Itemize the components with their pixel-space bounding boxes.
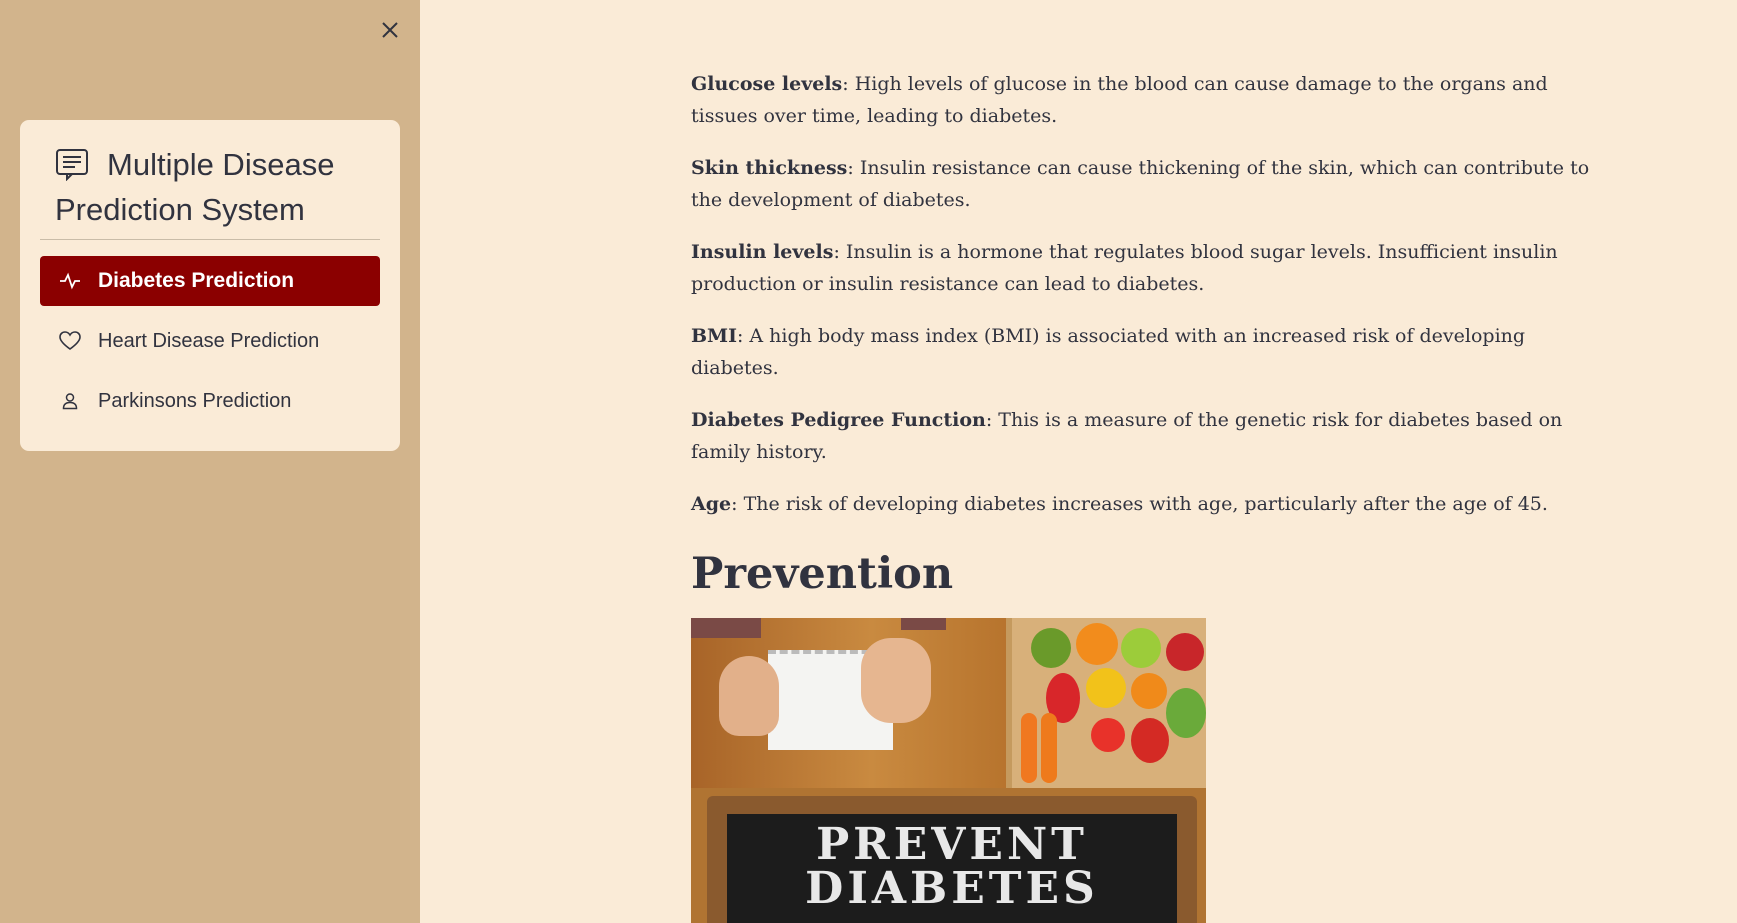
menu-title: Multiple Disease Prediction System	[55, 142, 375, 232]
chalk-text-line: PREVENT	[816, 819, 1088, 870]
factor-term: Diabetes Pedigree Function	[691, 409, 986, 431]
factor-paragraph: Glucose levels: High levels of glucose i…	[691, 68, 1591, 132]
prevention-image: PREVENT DIABETES	[691, 618, 1591, 923]
menu-item-label: Parkinsons Prediction	[98, 389, 292, 412]
menu-item-label: Diabetes Prediction	[98, 269, 295, 292]
factor-paragraph: Diabetes Pedigree Function: This is a me…	[691, 404, 1591, 468]
factor-term: Age	[691, 493, 732, 515]
content-column: Glucose levels: High levels of glucose i…	[691, 68, 1591, 923]
factor-paragraph: Skin thickness: Insulin resistance can c…	[691, 152, 1591, 216]
activity-pulse-icon	[58, 269, 82, 293]
sidebar: Multiple Disease Prediction System Diabe…	[0, 0, 420, 923]
close-sidebar-button[interactable]	[378, 18, 402, 42]
menu-item-diabetes-prediction[interactable]: Diabetes Prediction	[40, 256, 380, 306]
menu-item-heart-disease-prediction[interactable]: Heart Disease Prediction	[40, 316, 380, 366]
factor-term: Glucose levels	[691, 73, 843, 95]
close-icon	[382, 22, 398, 38]
menu-item-parkinsons-prediction[interactable]: Parkinsons Prediction	[40, 376, 380, 426]
factor-text: : The risk of developing diabetes increa…	[731, 493, 1548, 515]
main-content: Glucose levels: High levels of glucose i…	[420, 0, 1737, 923]
factor-term: Insulin levels	[691, 241, 834, 263]
chalk-text-line: DIABETES	[805, 863, 1099, 914]
factor-paragraph: Age: The risk of developing diabetes inc…	[691, 488, 1591, 520]
factor-paragraph: BMI: A high body mass index (BMI) is ass…	[691, 320, 1591, 384]
menu-item-label: Heart Disease Prediction	[98, 329, 320, 352]
heart-icon	[58, 329, 82, 353]
factor-text: : A high body mass index (BMI) is associ…	[691, 325, 1526, 379]
factor-paragraph: Insulin levels: Insulin is a hormone tha…	[691, 236, 1591, 300]
menu-title-text: Multiple Disease Prediction System	[55, 147, 335, 227]
factor-term: Skin thickness	[691, 157, 848, 179]
factor-term: BMI	[691, 325, 737, 347]
menu-divider	[40, 239, 380, 240]
document-list-icon	[56, 148, 88, 181]
prevention-heading: Prevention	[691, 549, 954, 599]
option-menu: Multiple Disease Prediction System Diabe…	[20, 120, 400, 451]
person-icon	[58, 389, 82, 413]
